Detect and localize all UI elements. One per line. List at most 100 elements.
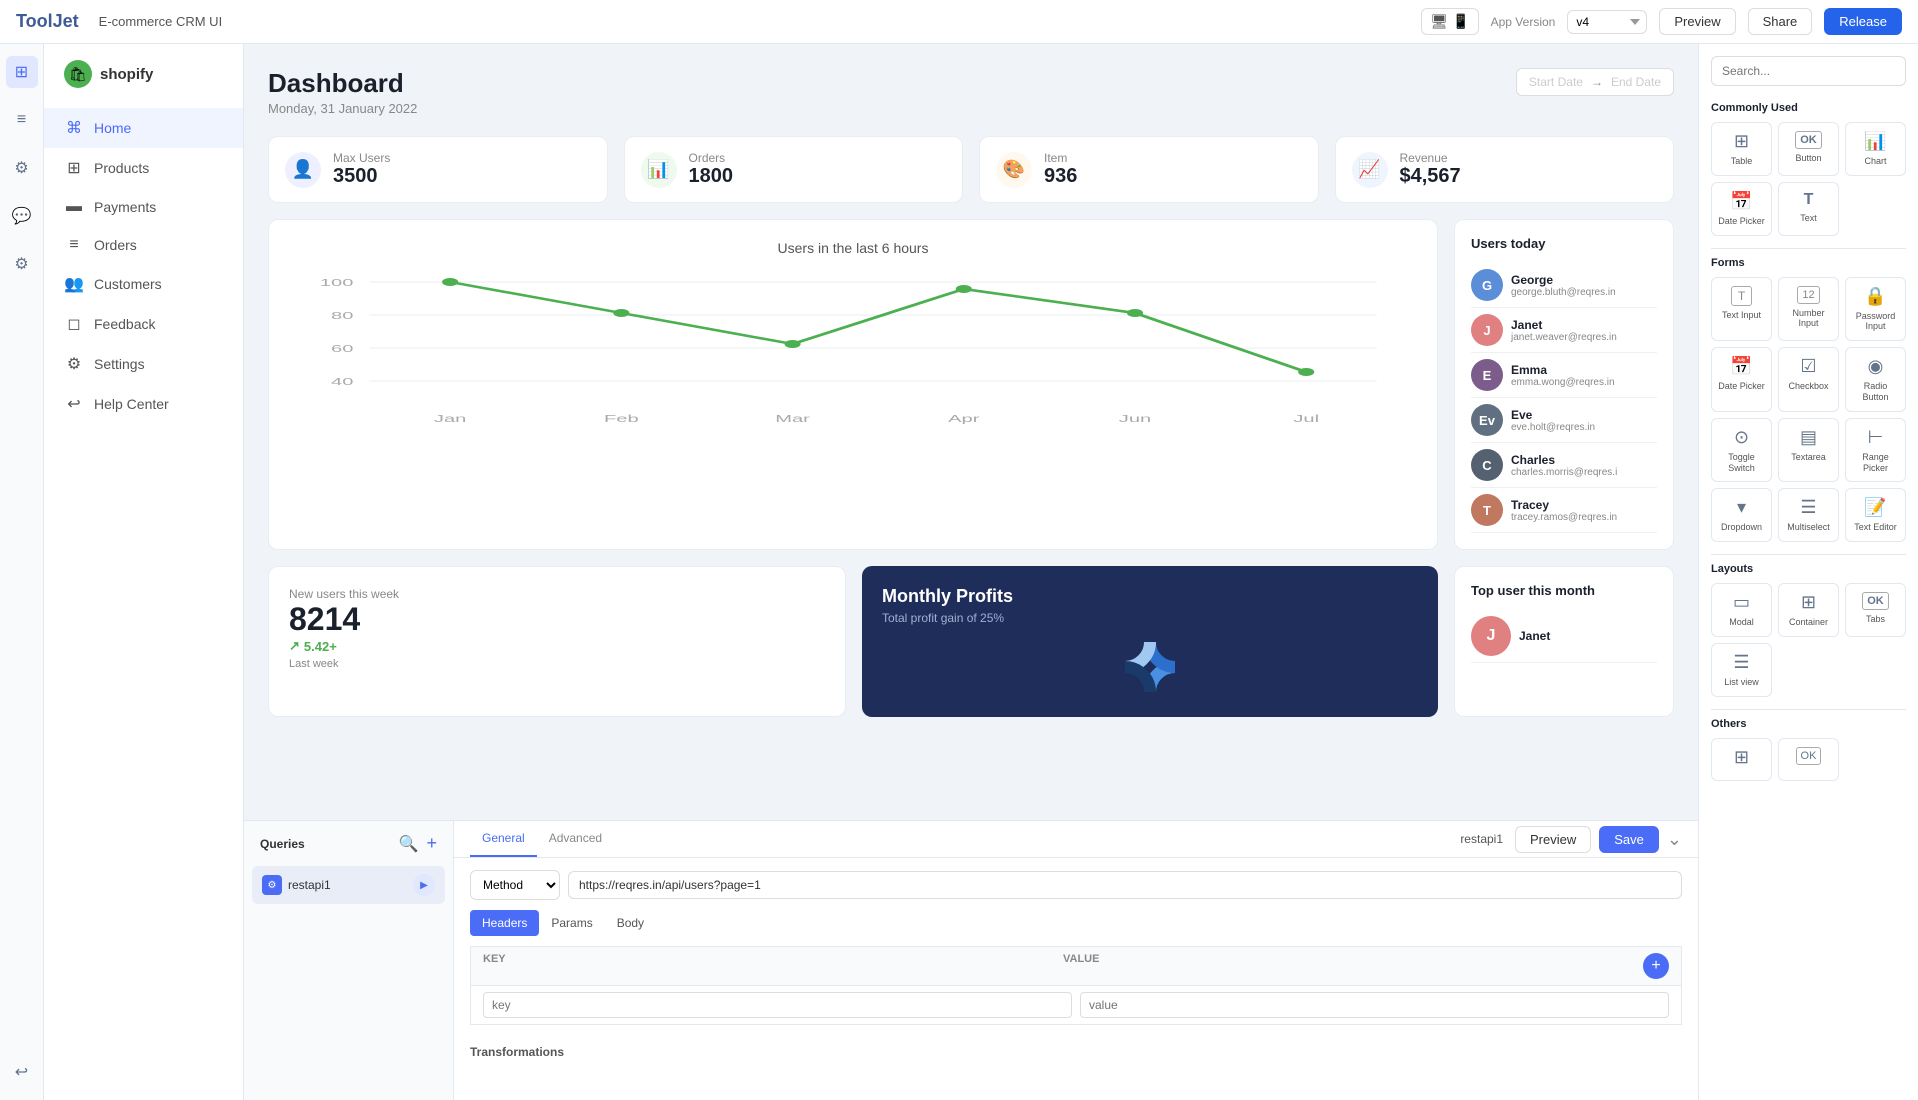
feedback-icon: ◻ <box>64 314 84 334</box>
new-users-value: 8214 <box>289 601 825 638</box>
widget-other-2[interactable]: OK <box>1778 738 1839 781</box>
widget-list-view[interactable]: ☰ List view <box>1711 643 1772 697</box>
text-widget-label: Text <box>1800 213 1817 224</box>
widget-search-input[interactable] <box>1711 56 1906 86</box>
layouts-title: Layouts <box>1711 563 1906 575</box>
chart-widget-icon: 📊 <box>1864 131 1886 152</box>
top-user-name: Janet <box>1519 629 1550 643</box>
sidebar-item-label-help: Help Center <box>94 396 169 412</box>
nav-pages-icon[interactable]: ⊞ <box>6 56 38 88</box>
user-name-charles: Charles <box>1511 453 1617 467</box>
item-stat-label: Item <box>1044 151 1077 165</box>
sidebar-item-payments[interactable]: ▬ Payments <box>44 188 243 226</box>
sidebar: 🛍 shopify ⌘ Home ⊞ Products ▬ Payments ≡… <box>44 44 244 1100</box>
table-widget-icon: ⊞ <box>1734 131 1749 152</box>
widget-chart[interactable]: 📊 Chart <box>1845 122 1906 176</box>
widget-checkbox[interactable]: ☑ Checkbox <box>1778 347 1839 412</box>
preview-button[interactable]: Preview <box>1659 8 1735 35</box>
widget-text-editor[interactable]: 📝 Text Editor <box>1845 488 1906 542</box>
device-toggle[interactable]: 🖥 📱 <box>1421 8 1478 35</box>
sidebar-item-feedback[interactable]: ◻ Feedback <box>44 304 243 344</box>
add-header-button[interactable]: + <box>1643 953 1669 979</box>
sidebar-item-settings[interactable]: ⚙ Settings <box>44 344 243 384</box>
nav-comments-icon[interactable]: 💬 <box>6 200 38 232</box>
widget-date-picker[interactable]: 📅 Date Picker <box>1711 182 1772 236</box>
max-users-icon: 👤 <box>285 152 321 188</box>
date-picker-form-icon: 📅 <box>1730 356 1752 377</box>
orders-stat-value: 1800 <box>689 165 734 188</box>
widget-textarea[interactable]: ▤ Textarea <box>1778 418 1839 483</box>
desktop-icon[interactable]: 🖥 <box>1430 13 1448 30</box>
queries-title: Queries <box>260 837 399 851</box>
share-button[interactable]: Share <box>1748 8 1813 35</box>
query-expand-button[interactable]: ⌄ <box>1667 826 1682 853</box>
subtab-headers[interactable]: Headers <box>470 910 539 936</box>
subtab-body[interactable]: Body <box>605 910 656 936</box>
revenue-stat-label: Revenue <box>1400 151 1461 165</box>
headers-table-header: KEY VALUE + <box>470 946 1682 986</box>
query-tabs: General Advanced restapi1 Preview Save ⌄ <box>454 821 1698 858</box>
radio-button-icon: ◉ <box>1868 356 1884 377</box>
widget-text[interactable]: T Text <box>1778 182 1839 236</box>
widget-container[interactable]: ⊞ Container <box>1778 583 1839 637</box>
query-item-restapi1[interactable]: ⚙ restapi1 ▶ <box>252 866 445 904</box>
sidebar-item-help[interactable]: ↩ Help Center <box>44 384 243 424</box>
date-range[interactable]: Start Date → End Date <box>1516 68 1674 96</box>
nav-plugins-icon[interactable]: ⚙ <box>6 152 38 184</box>
text-editor-label: Text Editor <box>1854 522 1897 533</box>
revenue-stat-icon: 📈 <box>1352 152 1388 188</box>
nav-preview-icon[interactable]: ↩ <box>6 1056 38 1088</box>
widget-radio-button[interactable]: ◉ Radio Button <box>1845 347 1906 412</box>
widget-other-1[interactable]: ⊞ <box>1711 738 1772 781</box>
text-input-label: Text Input <box>1722 310 1761 321</box>
widget-text-input[interactable]: T Text Input <box>1711 277 1772 342</box>
user-item-george: G George george.bluth@reqres.in <box>1471 263 1657 308</box>
query-save-button[interactable]: Save <box>1599 826 1659 853</box>
widget-tabs[interactable]: OK Tabs <box>1845 583 1906 637</box>
mobile-icon[interactable]: 📱 <box>1452 13 1469 30</box>
widget-date-picker-form[interactable]: 📅 Date Picker <box>1711 347 1772 412</box>
add-query-icon[interactable]: + <box>426 833 437 854</box>
widget-range-picker[interactable]: ⊢ Range Picker <box>1845 418 1906 483</box>
release-button[interactable]: Release <box>1824 8 1902 35</box>
query-tab-general[interactable]: General <box>470 821 537 857</box>
start-date[interactable]: Start Date <box>1529 75 1583 89</box>
monthly-subtitle: Total profit gain of 25% <box>882 611 1418 625</box>
sidebar-item-home[interactable]: ⌘ Home <box>44 108 243 148</box>
header-key-input[interactable] <box>483 992 1072 1018</box>
end-date[interactable]: End Date <box>1611 75 1661 89</box>
orders-icon: ≡ <box>64 236 84 254</box>
nav-data-icon[interactable]: ≡ <box>6 104 38 136</box>
search-queries-icon[interactable]: 🔍 <box>399 834 419 854</box>
query-tab-advanced[interactable]: Advanced <box>537 821 614 857</box>
nav-settings-icon[interactable]: ⚙ <box>6 248 38 280</box>
sidebar-item-customers[interactable]: 👥 Customers <box>44 264 243 304</box>
query-preview-button[interactable]: Preview <box>1515 826 1591 853</box>
url-input[interactable] <box>568 871 1682 899</box>
version-select[interactable]: v4 v3 v2 <box>1567 10 1647 34</box>
svg-text:60: 60 <box>331 344 354 355</box>
method-select[interactable]: Method GET POST PUT DELETE <box>470 870 560 900</box>
widget-password-input[interactable]: 🔒 Password Input <box>1845 277 1906 342</box>
header-value-input[interactable] <box>1080 992 1669 1018</box>
user-avatar-janet: J <box>1471 314 1503 346</box>
widget-multiselect[interactable]: ☰ Multiselect <box>1778 488 1839 542</box>
widget-number-input[interactable]: 12 Number Input <box>1778 277 1839 342</box>
widget-dropdown[interactable]: ▾ Dropdown <box>1711 488 1772 542</box>
sidebar-item-label-settings: Settings <box>94 356 145 372</box>
query-run-button[interactable]: ▶ <box>413 874 435 896</box>
widget-table[interactable]: ⊞ Table <box>1711 122 1772 176</box>
widget-modal[interactable]: ▭ Modal <box>1711 583 1772 637</box>
dropdown-icon: ▾ <box>1737 497 1746 518</box>
sidebar-item-products[interactable]: ⊞ Products <box>44 148 243 188</box>
toggle-switch-icon: ⊙ <box>1734 427 1749 448</box>
settings-icon: ⚙ <box>64 354 84 374</box>
sidebar-item-orders[interactable]: ≡ Orders <box>44 226 243 264</box>
user-name-george: George <box>1511 273 1616 287</box>
app-name: E-commerce CRM UI <box>99 14 223 29</box>
user-avatar-eve: Ev <box>1471 404 1503 436</box>
widget-toggle-switch[interactable]: ⊙ Toggle Switch <box>1711 418 1772 483</box>
modal-label: Modal <box>1729 617 1754 628</box>
widget-button[interactable]: OK Button <box>1778 122 1839 176</box>
subtab-params[interactable]: Params <box>539 910 604 936</box>
